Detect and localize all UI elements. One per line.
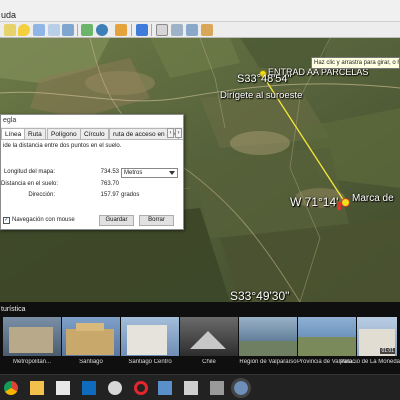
record-tour-icon[interactable]: [81, 24, 93, 36]
line-description: ide la distancia entre dos puntos en el …: [3, 143, 122, 149]
store-icon[interactable]: [184, 381, 198, 395]
settings-icon[interactable]: [210, 381, 224, 395]
heading-value: 157.97: [100, 192, 119, 198]
file-explorer-icon[interactable]: [30, 381, 44, 395]
clear-button[interactable]: Borrar: [139, 215, 174, 226]
map-length-value: 734.53: [100, 169, 119, 175]
tour-item-label[interactable]: Metropolitan...: [2, 359, 62, 365]
tab-circle[interactable]: Círculo: [80, 128, 109, 139]
sunlight-icon[interactable]: [115, 24, 127, 36]
latitude-label-bottom: S33°49'30": [230, 289, 290, 302]
heading-label: Dirección:: [28, 192, 55, 198]
tour-strip-title: turística: [1, 306, 26, 313]
latitude-label-top: S33°48'54": [237, 73, 292, 85]
dialog-title: egla: [3, 117, 17, 124]
ground-distance-value: 763.70: [100, 181, 119, 187]
media-player-icon[interactable]: [56, 381, 70, 395]
unit-select-value: Metros: [124, 170, 143, 176]
tab-scroll-left-icon[interactable]: ‹: [167, 128, 174, 138]
tour-item-label[interactable]: Palacio de La Moneda: [340, 359, 400, 365]
tour-thumbnail[interactable]: [62, 317, 120, 356]
menu-bar: uda: [0, 0, 400, 22]
toolbar: [0, 22, 400, 38]
tour-thumbnail[interactable]: 01:01: [357, 317, 397, 356]
ruler-icon[interactable]: [136, 24, 148, 36]
chrome-icon[interactable]: [4, 381, 18, 395]
tour-strip: turística Metropolitan... Santiago Santi…: [0, 302, 400, 374]
tour-item-label[interactable]: Santiago: [61, 359, 121, 365]
placemark-pin-icon[interactable]: [341, 198, 350, 207]
longitude-label: W 71°14': [290, 195, 339, 209]
polygon-add-icon[interactable]: [33, 24, 45, 36]
mouse-navigation-checkbox[interactable]: ✓: [3, 217, 10, 224]
tour-item-label[interactable]: Chile: [179, 359, 239, 365]
unit-select[interactable]: Metros: [121, 168, 178, 178]
hand-icon[interactable]: [4, 24, 16, 36]
image-overlay-icon[interactable]: [62, 24, 74, 36]
print-icon[interactable]: [171, 24, 183, 36]
tab-path[interactable]: Ruta: [24, 128, 46, 139]
toolbar-separator: [131, 24, 132, 36]
tour-thumbnail[interactable]: [180, 317, 238, 356]
save-button[interactable]: Guardar: [99, 215, 134, 226]
placemark-add-icon[interactable]: [18, 24, 30, 36]
direction-label: Dirígete al suroeste: [220, 90, 303, 101]
email-icon[interactable]: [156, 24, 168, 36]
tour-thumbnail[interactable]: [298, 317, 356, 356]
placemark-label-mark: Marca de: [352, 193, 394, 204]
tour-item-label[interactable]: Región de Valparaíso: [238, 359, 298, 365]
tour-thumbnail[interactable]: [239, 317, 297, 356]
tab-line-panel: ide la distancia entre dos puntos en el …: [1, 139, 183, 229]
toolbar-separator: [77, 24, 78, 36]
menu-item-help[interactable]: uda: [1, 10, 16, 20]
save-image-icon[interactable]: [186, 24, 198, 36]
taskbar: [0, 374, 400, 400]
dialog-title-bar[interactable]: egla: [1, 115, 183, 127]
google-earth-icon[interactable]: [231, 378, 251, 398]
toolbar-separator: [151, 24, 152, 36]
paint-icon[interactable]: [108, 381, 122, 395]
map-length-label: Longitud del mapa:: [3, 169, 55, 175]
tab-polygon[interactable]: Polígono: [47, 128, 81, 139]
photo-viewer-icon[interactable]: [158, 381, 172, 395]
historical-imagery-icon[interactable]: [96, 24, 108, 36]
navigation-tooltip: Haz clic y arrastra para girar, o haz cl…: [311, 57, 400, 69]
ground-distance-label: Distancia en el suelo:: [1, 181, 59, 187]
tour-thumbnail[interactable]: [121, 317, 179, 356]
tab-scroll-right-icon[interactable]: ›: [175, 128, 182, 138]
google-earth-window: uda ENTRAD AA PARCELAS S33°48'54" Diríge…: [0, 0, 400, 400]
path-add-icon[interactable]: [48, 24, 60, 36]
ruler-tabs: Línea Ruta Polígono Círculo ruta de acce…: [1, 128, 183, 140]
view-in-maps-icon[interactable]: [201, 24, 213, 36]
tour-item-label[interactable]: Santiago Centro: [120, 359, 180, 365]
mouse-navigation-label: Navegación con mouse: [12, 217, 75, 223]
chevron-down-icon: [169, 171, 175, 175]
tour-item-duration: 01:01: [380, 348, 395, 354]
heading-unit: grados: [121, 192, 140, 198]
ruler-dialog: egla Línea Ruta Polígono Círculo ruta de…: [0, 114, 184, 230]
tour-thumbnail[interactable]: [3, 317, 61, 356]
opera-icon[interactable]: [134, 381, 148, 395]
outlook-icon[interactable]: [82, 381, 96, 395]
